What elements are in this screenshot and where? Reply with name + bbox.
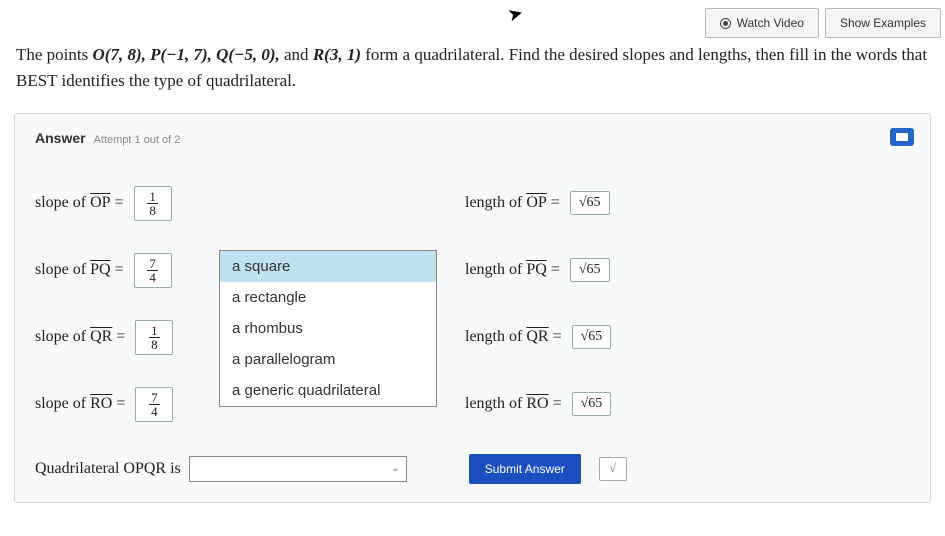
length-pq-input[interactable]: √65 [570, 258, 610, 282]
record-icon [720, 18, 731, 29]
length-qr-input[interactable]: √65 [572, 325, 612, 349]
length-qr-cell: length of QR = √65 [465, 325, 910, 349]
submit-answer-button[interactable]: Submit Answer [469, 454, 581, 484]
option-generic[interactable]: a generic quadrilateral [220, 375, 436, 406]
length-op-cell: length of OP = √65 [465, 191, 910, 215]
option-square[interactable]: a square [220, 251, 436, 282]
slope-op-input[interactable]: 18 [134, 186, 172, 221]
shape-dropdown-list[interactable]: a square a rectangle a rhombus a paralle… [219, 250, 437, 407]
option-rhombus[interactable]: a rhombus [220, 313, 436, 344]
length-ro-input[interactable]: √65 [572, 392, 612, 416]
shape-select[interactable]: ⌄ [189, 456, 407, 482]
answer-header: AnswerAttempt 1 out of 2 [35, 130, 910, 146]
top-button-bar: Watch Video Show Examples [705, 8, 945, 38]
length-op-input[interactable]: √65 [570, 191, 610, 215]
keyboard-icon[interactable] [890, 128, 914, 146]
option-rectangle[interactable]: a rectangle [220, 282, 436, 313]
show-examples-label: Show Examples [840, 16, 926, 30]
watch-video-button[interactable]: Watch Video [705, 8, 819, 38]
show-examples-button[interactable]: Show Examples [825, 8, 941, 38]
values-grid: slope of OP = 18 length of OP = √65 slop… [35, 186, 910, 422]
answer-panel: AnswerAttempt 1 out of 2 slope of OP = 1… [14, 113, 931, 503]
slope-qr-input[interactable]: 18 [135, 320, 173, 355]
chevron-down-icon: ⌄ [391, 463, 399, 474]
slope-ro-input[interactable]: 74 [135, 387, 173, 422]
quad-label: Quadrilateral OPQR is [35, 460, 181, 478]
slope-pq-input[interactable]: 74 [134, 253, 172, 288]
check-button[interactable]: √ [599, 457, 627, 481]
watch-video-label: Watch Video [737, 16, 804, 30]
slope-op-cell: slope of OP = 18 [35, 186, 465, 221]
bottom-row: Quadrilateral OPQR is ⌄ Submit Answer √ [35, 454, 910, 484]
option-parallelogram[interactable]: a parallelogram [220, 344, 436, 375]
length-ro-cell: length of RO = √65 [465, 392, 910, 416]
length-pq-cell: length of PQ = √65 [465, 258, 910, 282]
